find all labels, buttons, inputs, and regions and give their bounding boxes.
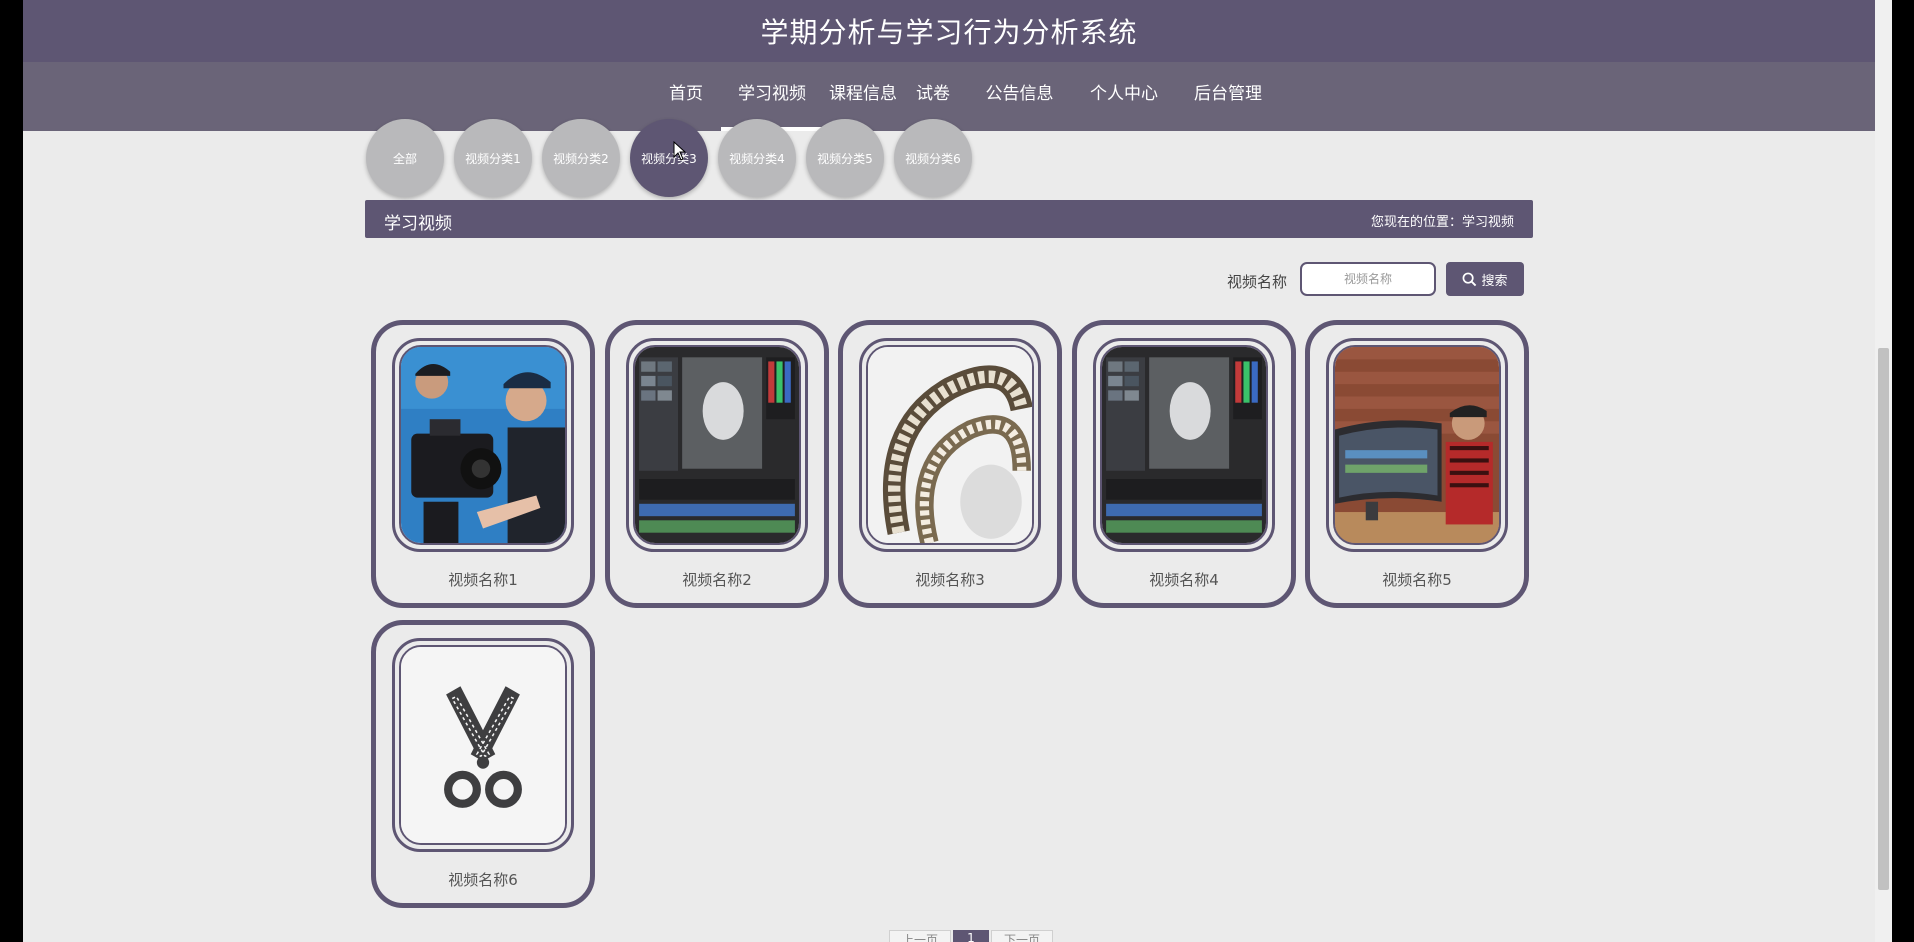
pagination-page-current[interactable]: 1 [953, 930, 989, 942]
main-nav: 首页 学习视频 课程信息 试卷 公告信息 个人中心 后台管理 [23, 62, 1875, 131]
nav-item-admin[interactable]: 后台管理 [1183, 62, 1273, 131]
search-input[interactable] [1300, 262, 1436, 296]
editor-desk-icon [1335, 347, 1499, 543]
video-thumbnail-frame [1093, 338, 1275, 552]
video-thumbnail-frame [392, 638, 574, 852]
page-viewport: 学期分析与学习行为分析系统 首页 学习视频 课程信息 试卷 公告信息 个人中心 … [23, 0, 1875, 942]
video-title[interactable]: 视频名称5 [1310, 569, 1524, 590]
breadcrumb: 您现在的位置：学习视频 [1370, 215, 1514, 230]
video-card[interactable]: 视频名称4 [1072, 320, 1296, 608]
video-thumbnail-frame [392, 338, 574, 552]
search-icon [1463, 272, 1477, 286]
category-1[interactable]: 视频分类1 [454, 119, 532, 197]
category-3[interactable]: 视频分类3 [630, 119, 708, 197]
section-title: 学习视频 [384, 214, 452, 234]
screen-edge [1892, 0, 1914, 942]
pagination-prev-button[interactable]: 上一页 [889, 930, 951, 942]
video-thumbnail-frame [1326, 338, 1508, 552]
section-header: 学习视频 您现在的位置：学习视频 [365, 200, 1533, 238]
search-button-label: 搜索 [1481, 272, 1508, 288]
film-crew-icon [401, 347, 565, 543]
film-reel-icon [868, 347, 1032, 543]
video-card[interactable]: 视频名称1 [371, 320, 595, 608]
site-header: 学期分析与学习行为分析系统 [23, 0, 1875, 62]
video-card[interactable]: 视频名称3 [838, 320, 1062, 608]
video-title[interactable]: 视频名称4 [1077, 569, 1291, 590]
video-card[interactable]: 视频名称2 [605, 320, 829, 608]
video-title[interactable]: 视频名称1 [376, 569, 590, 590]
nav-item-notices[interactable]: 公告信息 [975, 62, 1064, 131]
video-card[interactable]: 视频名称5 [1305, 320, 1529, 608]
video-title[interactable]: 视频名称3 [843, 569, 1057, 590]
video-card[interactable]: 视频名称6 [371, 620, 595, 908]
scrollbar-thumb[interactable] [1878, 348, 1889, 890]
video-thumbnail-frame [859, 338, 1041, 552]
search-label: 视频名称 [1227, 273, 1288, 291]
pagination-next-button[interactable]: 下一页 [991, 930, 1053, 942]
film-scissors-icon [401, 647, 565, 843]
video-thumbnail-frame [626, 338, 808, 552]
video-title[interactable]: 视频名称6 [376, 869, 590, 890]
vertical-scrollbar[interactable] [1875, 0, 1892, 942]
category-all[interactable]: 全部 [366, 119, 444, 197]
site-title: 学期分析与学习行为分析系统 [760, 16, 1138, 49]
editing-software-icon [1102, 347, 1266, 543]
video-title[interactable]: 视频名称2 [610, 569, 824, 590]
category-5[interactable]: 视频分类5 [806, 119, 884, 197]
nav-item-profile[interactable]: 个人中心 [1079, 62, 1169, 131]
category-2[interactable]: 视频分类2 [542, 119, 620, 197]
category-4[interactable]: 视频分类4 [718, 119, 796, 197]
category-6[interactable]: 视频分类6 [894, 119, 972, 197]
mouse-cursor-icon [673, 141, 687, 161]
editing-software-icon [635, 347, 799, 543]
search-button[interactable]: 搜索 [1446, 262, 1524, 296]
